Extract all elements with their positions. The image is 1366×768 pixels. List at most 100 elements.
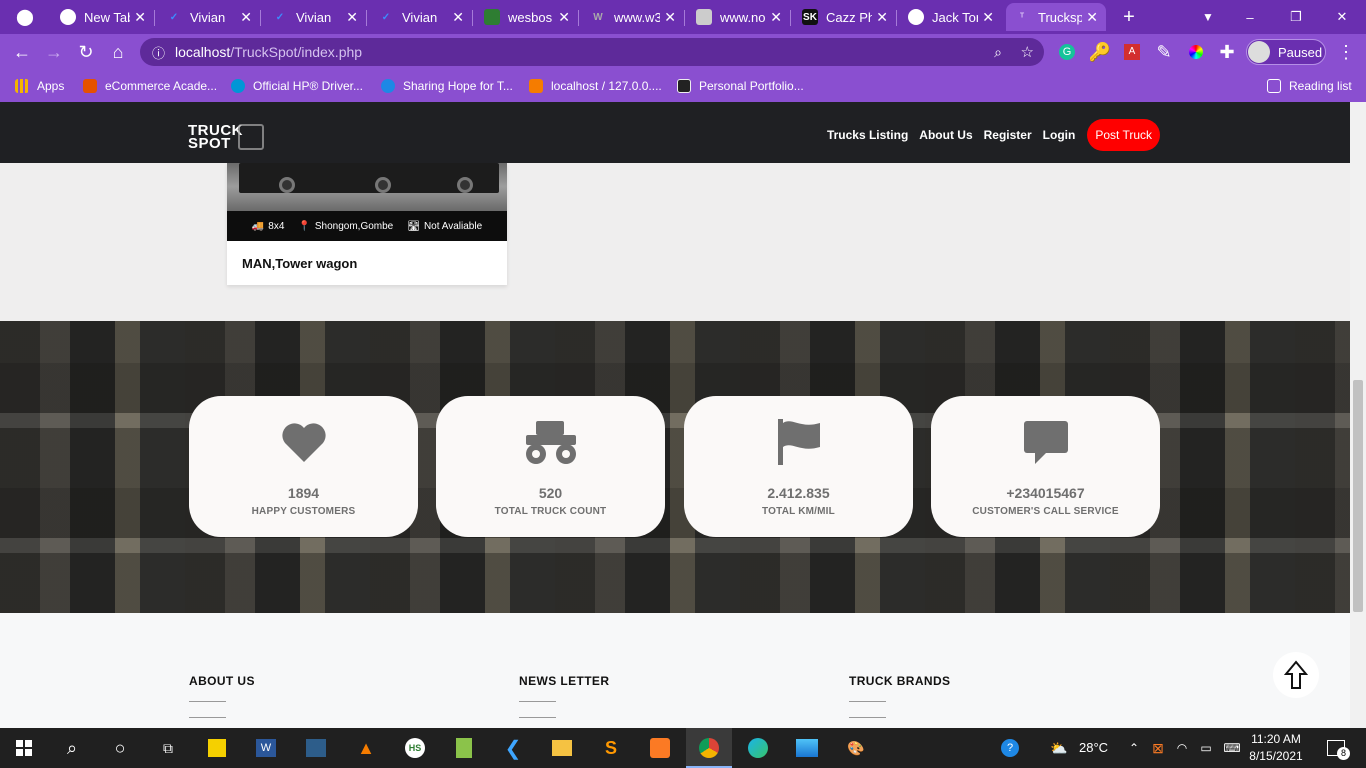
weather-temp[interactable]: 28°C — [1079, 740, 1108, 755]
close-icon[interactable]: ✕ — [452, 9, 464, 26]
help-icon[interactable]: ? — [996, 734, 1024, 762]
close-icon[interactable]: ✕ — [1086, 9, 1098, 26]
nav-register[interactable]: Register — [984, 128, 1032, 142]
close-icon[interactable]: ✕ — [982, 9, 994, 26]
reading-list[interactable]: Reading list — [1267, 76, 1352, 96]
nav-trucks-listing[interactable]: Trucks Listing — [827, 128, 908, 142]
new-tab-button[interactable]: + — [1116, 3, 1142, 31]
tab-search-icon[interactable]: ▼ — [1196, 3, 1220, 31]
hp-icon — [231, 79, 245, 93]
notifications-icon[interactable]: 8 — [1322, 734, 1350, 762]
bookmark-sharing-hope[interactable]: Sharing Hope for T... — [381, 76, 513, 96]
task-view-icon[interactable]: ⧉ — [154, 734, 182, 762]
scrollbar-thumb[interactable] — [1353, 380, 1363, 612]
v-icon: ✓ — [169, 11, 179, 23]
footer-brands: TRUCK BRANDS — [849, 674, 950, 718]
bookmark-portfolio[interactable]: Personal Portfolio... — [677, 76, 804, 96]
nav-about-us[interactable]: About Us — [919, 128, 972, 142]
word-icon[interactable]: W — [252, 734, 280, 762]
pdf-icon[interactable]: A — [1120, 40, 1144, 64]
close-icon[interactable]: ✕ — [134, 9, 146, 26]
paint-icon[interactable]: 🎨 — [842, 734, 870, 762]
bookmark-apps[interactable]: Apps — [15, 76, 64, 96]
url-host: localhost — [175, 44, 231, 60]
zoom-icon[interactable]: ⌕ — [994, 44, 1002, 61]
weather-icon[interactable]: ⛅ — [1046, 734, 1072, 762]
vlc-icon[interactable]: ▲ — [352, 734, 380, 762]
extensions-icon[interactable]: ✚ — [1215, 40, 1239, 64]
xampp-icon[interactable] — [646, 734, 674, 762]
tab-8[interactable]: SK Cazz Ph ✕ — [794, 3, 896, 31]
extension-key-icon[interactable]: 🔑 — [1088, 40, 1112, 64]
window-close-button[interactable]: ✕ — [1330, 3, 1354, 31]
tab-active[interactable]: ᵀ Trucksp ✕ — [1006, 3, 1106, 31]
truck-image: 🚚 8x4 📍 Shongom,Gombe 🛣 Not Avaliable — [227, 163, 507, 241]
tab-4[interactable]: ✓ Vivian ✕ — [370, 3, 472, 31]
truck-title[interactable]: MAN,Tower wagon — [242, 256, 357, 271]
eyedropper-icon[interactable]: ✎ — [1152, 40, 1176, 64]
reading-list-icon — [1267, 79, 1281, 93]
truck-meta-bar: 🚚 8x4 📍 Shongom,Gombe 🛣 Not Avaliable — [227, 211, 507, 241]
address-bar[interactable]: ⓘ localhost/TruckSpot/index.php ⌕ ☆ — [140, 38, 1044, 66]
tab-3[interactable]: ✓ Vivian ✕ — [264, 3, 366, 31]
battery-icon[interactable]: ▭ — [1192, 734, 1220, 762]
page-scrollbar[interactable] — [1350, 102, 1366, 728]
close-icon[interactable]: ✕ — [558, 9, 570, 26]
back-icon[interactable]: ← — [10, 40, 34, 64]
zoom-app-icon — [381, 79, 395, 93]
grammarly-icon[interactable]: G — [1055, 40, 1079, 64]
truckspot-logo[interactable]: TRUCK SPOT — [188, 123, 264, 151]
windows-start-icon[interactable] — [10, 734, 38, 762]
home-icon[interactable]: ⌂ — [106, 40, 130, 64]
file-explorer-icon[interactable] — [548, 734, 576, 762]
back-to-top-button[interactable] — [1273, 652, 1319, 698]
bookmark-hp[interactable]: Official HP® Driver... — [231, 76, 363, 96]
truck-card[interactable]: 🚚 8x4 📍 Shongom,Gombe 🛣 Not Avaliable MAN,T… — [227, 163, 507, 285]
tab-6[interactable]: Wwww.w3 ✕ — [582, 3, 684, 31]
photos-icon[interactable] — [793, 734, 821, 762]
tab-9[interactable]: Jack Tor ✕ — [900, 3, 1002, 31]
close-icon[interactable]: ✕ — [240, 9, 252, 26]
stats-section: 1894 HAPPY CUSTOMERS 520 TOTAL TRUCK COU… — [0, 321, 1350, 613]
windows-taskbar: ⌕ ○ ⧉ W ▲ HS ❮ S 🎨 ? ⛅ 28°C ⌃ ⊠ ◠ ▭ ⌨ 11… — [0, 728, 1366, 768]
bookmark-ecommerce[interactable]: eCommerce Acade... — [83, 76, 217, 96]
bookmark-localhost[interactable]: localhost / 127.0.0.... — [529, 76, 662, 96]
globe-icon — [908, 9, 924, 25]
notepadpp-icon[interactable] — [450, 734, 478, 762]
chat-icon — [931, 418, 1160, 466]
sticky-notes-icon[interactable] — [203, 734, 231, 762]
location-pin-icon: 📍 — [298, 220, 311, 232]
forward-icon[interactable]: → — [42, 40, 66, 64]
vscode-icon[interactable]: ❮ — [499, 734, 527, 762]
bookmark-star-icon[interactable]: ☆ — [1021, 43, 1034, 61]
tab-2[interactable]: ✓ Vivian ✕ — [158, 3, 260, 31]
profile-button[interactable]: Paused — [1246, 39, 1326, 65]
info-icon[interactable]: ⓘ — [152, 43, 165, 62]
close-icon[interactable]: ✕ — [664, 9, 676, 26]
close-icon[interactable]: ✕ — [876, 9, 888, 26]
tab-7[interactable]: www.no ✕ — [688, 3, 790, 31]
sublime-icon[interactable]: S — [597, 734, 625, 762]
minimize-button[interactable]: – — [1238, 3, 1262, 31]
tab-1[interactable]: New Tab ✕ — [52, 3, 154, 31]
edge-icon[interactable] — [744, 734, 772, 762]
color-wheel-icon[interactable] — [1184, 40, 1208, 64]
mysql-workbench-icon[interactable] — [302, 734, 330, 762]
reload-icon[interactable]: ↻ — [74, 40, 98, 64]
close-icon[interactable]: ✕ — [770, 9, 782, 26]
close-icon[interactable]: ✕ — [346, 9, 358, 26]
stat-total-truck-count: 520 TOTAL TRUCK COUNT — [436, 396, 665, 537]
github-tab-icon[interactable]: ⬤ — [8, 3, 46, 31]
tab-5[interactable]: wesbos ✕ — [476, 3, 578, 31]
menu-icon[interactable]: ⋮ — [1334, 40, 1358, 64]
search-icon[interactable]: ⌕ — [58, 734, 86, 762]
cortana-icon[interactable]: ○ — [106, 734, 134, 762]
hs-app-icon[interactable]: HS — [401, 734, 429, 762]
nav-login[interactable]: Login — [1043, 128, 1076, 142]
system-clock[interactable]: 11:20 AM 8/15/2021 — [1245, 731, 1307, 765]
logo-truck-icon — [238, 124, 264, 150]
chrome-icon[interactable] — [695, 734, 723, 762]
keyboard-icon[interactable]: ⌨ — [1218, 734, 1246, 762]
post-truck-button[interactable]: Post Truck — [1087, 119, 1160, 151]
maximize-button[interactable]: ❐ — [1284, 3, 1308, 31]
